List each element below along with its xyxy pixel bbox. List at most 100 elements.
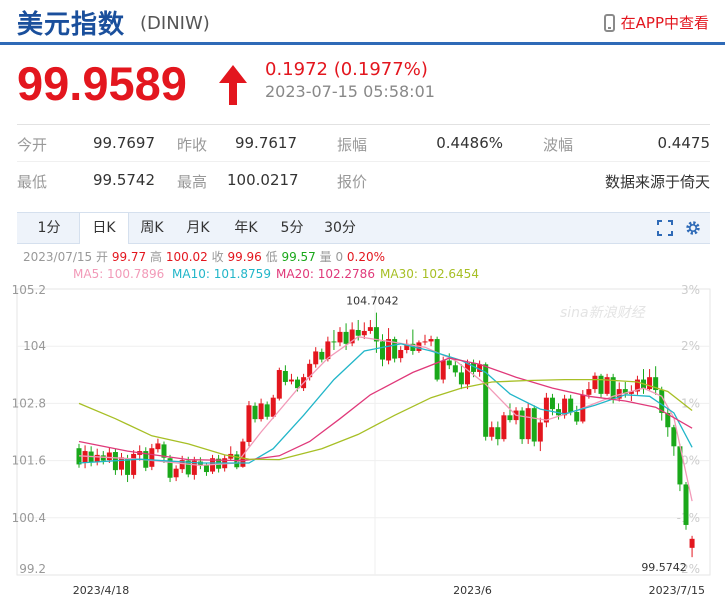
kline-chart[interactable]: 2023/07/15 开 99.77 高 100.02 收 99.96 低 99…	[0, 242, 725, 597]
candle-body	[434, 339, 440, 380]
open-in-app-link[interactable]: 在APP中查看	[603, 12, 709, 33]
candle-body	[149, 448, 155, 467]
candle-body	[246, 405, 252, 443]
ma-legend-ma20: MA20: 102.2786	[276, 267, 375, 281]
candle-body	[537, 422, 543, 442]
candle-body	[519, 410, 525, 440]
candle-body	[270, 397, 276, 417]
tab-5min[interactable]: 5分	[273, 213, 311, 243]
candle-body	[422, 341, 428, 343]
candle-body	[361, 330, 367, 336]
candle-body	[203, 465, 209, 473]
stat-value-high: 100.0217	[227, 171, 299, 189]
candle-body	[155, 443, 161, 450]
stats-row: 今开 99.7697 昨收 99.7617 振幅 0.4486% 波幅 0.44…	[17, 125, 710, 161]
y-tick-pct-label: 2%	[681, 339, 700, 353]
candle-body	[689, 538, 695, 548]
stat-label-range: 波幅	[543, 136, 574, 154]
stat-label-amplitude: 振幅	[337, 136, 368, 154]
candle-body	[647, 377, 653, 390]
price-annotation: 99.5742	[641, 561, 687, 574]
candle-body	[598, 375, 604, 394]
watermark: sina新浪财经	[560, 305, 647, 321]
stat-label-high: 最高	[177, 173, 208, 191]
y-tick-label: 99.2	[19, 562, 46, 576]
stat-value-low: 99.5742	[92, 171, 155, 189]
candle-body	[343, 331, 349, 344]
period-tabs: 1分 日K 周K 月K 年K 5分 30分	[17, 212, 710, 244]
stats-table: 今开 99.7697 昨收 99.7617 振幅 0.4486% 波幅 0.44…	[17, 124, 710, 198]
candle-body	[118, 457, 124, 470]
y-tick-pct-label: 3%	[681, 283, 700, 297]
y-tick-label: 101.6	[12, 454, 46, 468]
candle-body	[94, 454, 100, 462]
stat-label-open: 今开	[17, 136, 48, 154]
candle-body	[367, 327, 373, 331]
candle-body	[501, 415, 507, 440]
data-source: 数据来源于倚天	[604, 173, 710, 191]
y-tick-label: 100.4	[12, 511, 46, 525]
last-price: 99.9589	[17, 57, 187, 110]
kline-info-line: 2023/07/15 开 99.77 高 100.02 收 99.96 低 99…	[23, 249, 385, 264]
page-title: 美元指数	[17, 10, 126, 40]
candle-body	[458, 372, 464, 385]
price-change: 0.1972 (0.1977%)	[265, 59, 428, 80]
candle-body	[568, 398, 574, 412]
candle-body	[258, 403, 264, 420]
tab-30min[interactable]: 30分	[317, 213, 363, 243]
candle-body	[276, 370, 282, 399]
ma-legend-ma5: MA5: 100.7896	[73, 267, 164, 281]
y-tick-label: 105.2	[12, 283, 46, 297]
phone-icon	[603, 13, 615, 32]
ma-legend-ma30: MA30: 102.6454	[380, 267, 479, 281]
ma-line-ma20	[78, 357, 693, 462]
candle-body	[592, 375, 598, 390]
candle-body	[173, 468, 179, 478]
stat-label-prev-close: 昨收	[177, 136, 208, 154]
candle-body	[100, 455, 106, 461]
candle-body	[489, 427, 495, 437]
fullscreen-icon[interactable]	[657, 220, 673, 236]
candle-body	[380, 341, 385, 360]
tab-1min[interactable]: 1分	[29, 213, 69, 243]
candle-body	[319, 351, 325, 360]
candle-body	[507, 415, 513, 421]
candle-body	[483, 364, 489, 437]
title-bar: 美元指数 (DINIW) 在APP中查看	[0, 0, 725, 45]
candle-body	[452, 365, 458, 373]
candle-body	[398, 350, 404, 359]
tab-yearly-k[interactable]: 年K	[225, 213, 267, 243]
y-tick-label: 104	[23, 339, 46, 353]
tab-monthly-k[interactable]: 月K	[177, 213, 219, 243]
candle-body	[282, 370, 288, 382]
candle-body	[531, 408, 537, 442]
stat-value-amplitude: 0.4486%	[436, 134, 503, 152]
tab-daily-k[interactable]: 日K	[79, 213, 129, 244]
stat-value-open: 99.7697	[92, 134, 155, 152]
open-in-app-label: 在APP中查看	[620, 14, 709, 32]
tab-weekly-k[interactable]: 周K	[131, 213, 173, 243]
candle-body	[288, 379, 294, 382]
candle-body	[264, 404, 270, 417]
up-arrow-icon	[219, 65, 247, 105]
candle-body	[313, 351, 319, 365]
candle-body	[671, 427, 677, 447]
ma-legend-ma10: MA10: 101.8759	[172, 267, 271, 281]
candle-body	[131, 453, 137, 475]
candle-body	[683, 484, 689, 525]
candle-body	[574, 411, 580, 422]
quote-time: 2023-07-15 05:58:01	[265, 82, 435, 101]
y-tick-label: 102.8	[12, 396, 46, 410]
x-tick-label: 2023/4/18	[73, 584, 129, 597]
candle-body	[331, 341, 337, 343]
x-tick-label: 2023/6	[453, 584, 492, 597]
x-tick-label: 2023/7/15	[649, 584, 705, 597]
price-annotation: 104.7042	[346, 295, 399, 308]
stat-value-range: 0.4475	[657, 134, 711, 152]
stat-label-low: 最低	[17, 173, 48, 191]
gear-icon[interactable]	[685, 220, 701, 236]
candle-body	[252, 405, 258, 420]
candle-body	[525, 408, 531, 440]
candle-body	[495, 427, 501, 440]
candle-body	[440, 360, 446, 380]
